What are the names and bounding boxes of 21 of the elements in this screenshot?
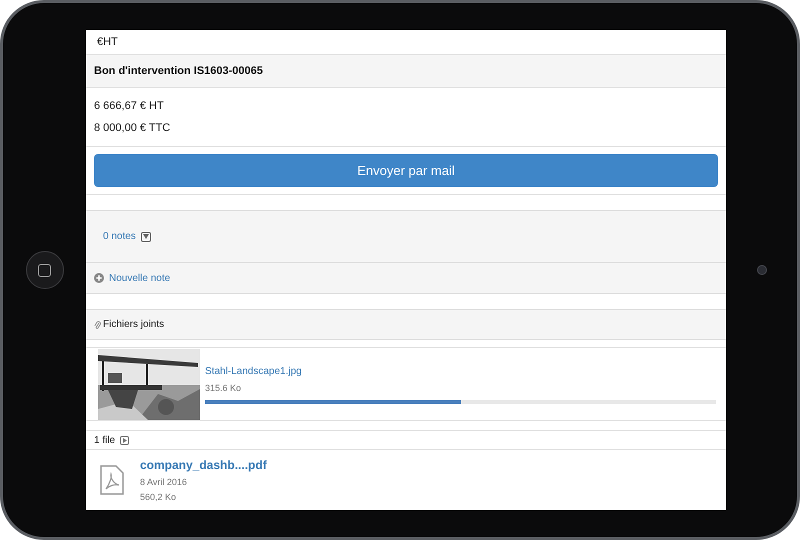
file-count: 1 file bbox=[94, 434, 116, 448]
home-button[interactable] bbox=[26, 251, 64, 289]
notes-link[interactable]: 0 notes bbox=[103, 229, 136, 244]
file-date: 8 Avril 2016 bbox=[140, 476, 188, 488]
file-size: 560,2 Ko bbox=[140, 491, 178, 504]
new-note-link[interactable]: Nouvelle note bbox=[109, 270, 170, 286]
document-title: Bon d'intervention IS1603-00065 bbox=[94, 64, 263, 79]
section-title: Fichiers joints bbox=[103, 318, 164, 332]
file-name-link[interactable]: company_dashb....pdf bbox=[140, 456, 267, 474]
amount-text: 8 000,00 € TTC bbox=[94, 121, 172, 135]
file-size: 315.6 Ko bbox=[205, 382, 242, 396]
send-mail-button[interactable]: Envoyer par mail bbox=[94, 154, 718, 187]
price-unit: €HT bbox=[97, 34, 118, 50]
camera-icon bbox=[756, 265, 766, 275]
expand-icon[interactable] bbox=[120, 436, 130, 444]
plus-icon[interactable] bbox=[94, 273, 104, 283]
paperclip-icon bbox=[94, 320, 101, 330]
pdf-icon bbox=[100, 465, 124, 495]
file-name-link[interactable]: Stahl-Landscape1.jpg bbox=[205, 364, 716, 380]
expand-icon[interactable] bbox=[140, 232, 151, 242]
amount-text: 6 666,67 € HT bbox=[94, 99, 165, 113]
